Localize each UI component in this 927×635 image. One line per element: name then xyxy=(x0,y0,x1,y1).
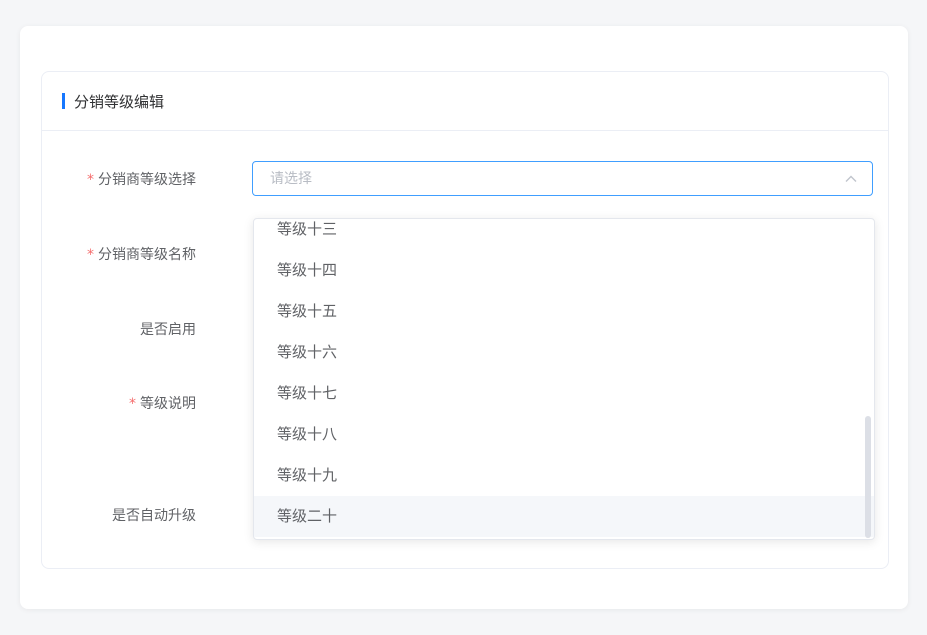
dropdown-option[interactable]: 等级十六 xyxy=(254,332,874,373)
level-select-input[interactable] xyxy=(253,169,832,188)
section-title: 分销等级编辑 xyxy=(74,92,165,111)
required-mark: * xyxy=(129,396,136,412)
dropdown-option[interactable]: 等级十三 xyxy=(254,219,874,250)
title-accent-bar xyxy=(62,93,65,109)
dropdown-option[interactable]: 等级十四 xyxy=(254,250,874,291)
dropdown-option[interactable]: 等级十七 xyxy=(254,373,874,414)
description-label: * 等级说明 xyxy=(129,393,196,413)
dropdown-option[interactable]: 等级十八 xyxy=(254,414,874,455)
level-select-label-text: 分销商等级选择 xyxy=(98,172,196,188)
level-select[interactable] xyxy=(252,161,873,196)
description-label-text: 等级说明 xyxy=(140,396,196,412)
level-dropdown[interactable]: 等级十三 等级十四 等级十五 等级十六 等级十七 等级十八 等级十九 等级二十 xyxy=(253,218,875,540)
page-card: 分销等级编辑 *分销商等级选择 *分销商等级名称 是否启用 *等级说明 是否自动… xyxy=(20,26,908,609)
distribution-level-edit-card: 分销等级编辑 *分销商等级选择 *分销商等级名称 是否启用 *等级说明 是否自动… xyxy=(41,71,889,569)
dropdown-option-hovered[interactable]: 等级二十 xyxy=(254,496,874,537)
level-name-label-text: 分销商等级名称 xyxy=(98,247,196,263)
required-mark: * xyxy=(87,247,94,263)
dropdown-scrollbar[interactable] xyxy=(865,416,871,538)
option-list: 等级十三 等级十四 等级十五 等级十六 等级十七 等级十八 等级十九 等级二十 xyxy=(254,219,874,537)
level-name-label: * 分销商等级名称 xyxy=(87,244,196,264)
section-header: 分销等级编辑 xyxy=(42,72,888,131)
dropdown-option[interactable]: 等级十九 xyxy=(254,455,874,496)
required-mark: * xyxy=(87,172,94,188)
enabled-label: 是否启用 xyxy=(140,322,196,338)
chevron-up-icon[interactable] xyxy=(844,172,858,186)
level-select-label: * 分销商等级选择 xyxy=(87,169,196,189)
auto-upgrade-label: 是否自动升级 xyxy=(112,508,196,524)
dropdown-option[interactable]: 等级十五 xyxy=(254,291,874,332)
